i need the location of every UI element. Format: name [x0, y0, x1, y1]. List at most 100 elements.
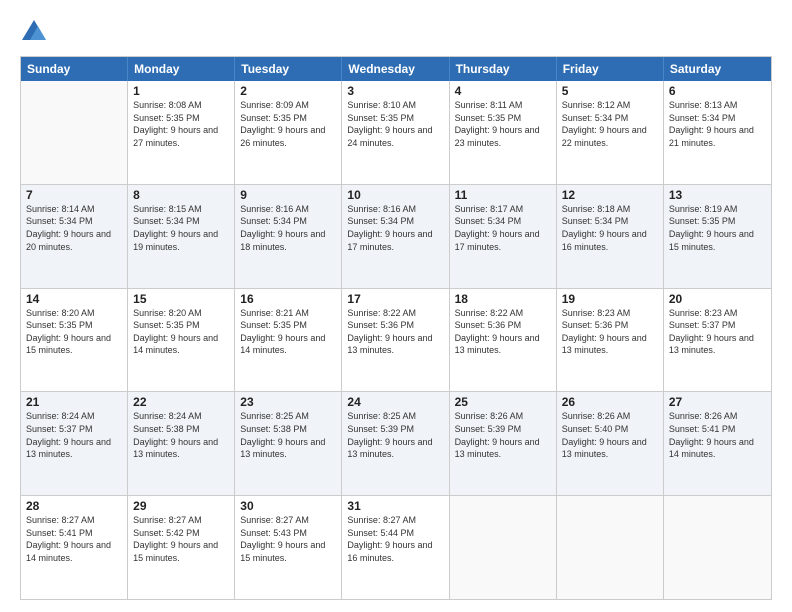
header-day-friday: Friday	[557, 57, 664, 81]
calendar-row-5: 28Sunrise: 8:27 AMSunset: 5:41 PMDayligh…	[21, 496, 771, 599]
calendar-cell-5-3: 30Sunrise: 8:27 AMSunset: 5:43 PMDayligh…	[235, 496, 342, 599]
cell-day-number: 10	[347, 188, 443, 202]
cell-day-number: 23	[240, 395, 336, 409]
calendar-cell-2-4: 10Sunrise: 8:16 AMSunset: 5:34 PMDayligh…	[342, 185, 449, 288]
cell-info: Sunrise: 8:25 AMSunset: 5:39 PMDaylight:…	[347, 410, 443, 460]
calendar-cell-1-2: 1Sunrise: 8:08 AMSunset: 5:35 PMDaylight…	[128, 81, 235, 184]
calendar-cell-4-1: 21Sunrise: 8:24 AMSunset: 5:37 PMDayligh…	[21, 392, 128, 495]
cell-day-number: 16	[240, 292, 336, 306]
calendar-row-2: 7Sunrise: 8:14 AMSunset: 5:34 PMDaylight…	[21, 185, 771, 289]
calendar-cell-5-7	[664, 496, 771, 599]
calendar-cell-5-5	[450, 496, 557, 599]
logo	[20, 18, 51, 46]
cell-info: Sunrise: 8:17 AMSunset: 5:34 PMDaylight:…	[455, 203, 551, 253]
cell-day-number: 4	[455, 84, 551, 98]
cell-day-number: 26	[562, 395, 658, 409]
cell-info: Sunrise: 8:27 AMSunset: 5:43 PMDaylight:…	[240, 514, 336, 564]
cell-day-number: 19	[562, 292, 658, 306]
cell-info: Sunrise: 8:26 AMSunset: 5:39 PMDaylight:…	[455, 410, 551, 460]
calendar-header: SundayMondayTuesdayWednesdayThursdayFrid…	[21, 57, 771, 81]
calendar-cell-1-3: 2Sunrise: 8:09 AMSunset: 5:35 PMDaylight…	[235, 81, 342, 184]
calendar-row-1: 1Sunrise: 8:08 AMSunset: 5:35 PMDaylight…	[21, 81, 771, 185]
cell-info: Sunrise: 8:23 AMSunset: 5:36 PMDaylight:…	[562, 307, 658, 357]
calendar-cell-4-3: 23Sunrise: 8:25 AMSunset: 5:38 PMDayligh…	[235, 392, 342, 495]
cell-day-number: 20	[669, 292, 766, 306]
cell-info: Sunrise: 8:18 AMSunset: 5:34 PMDaylight:…	[562, 203, 658, 253]
cell-day-number: 3	[347, 84, 443, 98]
calendar-cell-1-5: 4Sunrise: 8:11 AMSunset: 5:35 PMDaylight…	[450, 81, 557, 184]
cell-info: Sunrise: 8:21 AMSunset: 5:35 PMDaylight:…	[240, 307, 336, 357]
calendar-cell-4-7: 27Sunrise: 8:26 AMSunset: 5:41 PMDayligh…	[664, 392, 771, 495]
cell-info: Sunrise: 8:22 AMSunset: 5:36 PMDaylight:…	[455, 307, 551, 357]
cell-info: Sunrise: 8:27 AMSunset: 5:42 PMDaylight:…	[133, 514, 229, 564]
cell-info: Sunrise: 8:09 AMSunset: 5:35 PMDaylight:…	[240, 99, 336, 149]
cell-day-number: 17	[347, 292, 443, 306]
cell-info: Sunrise: 8:23 AMSunset: 5:37 PMDaylight:…	[669, 307, 766, 357]
cell-info: Sunrise: 8:19 AMSunset: 5:35 PMDaylight:…	[669, 203, 766, 253]
header-day-wednesday: Wednesday	[342, 57, 449, 81]
cell-info: Sunrise: 8:08 AMSunset: 5:35 PMDaylight:…	[133, 99, 229, 149]
page: SundayMondayTuesdayWednesdayThursdayFrid…	[0, 0, 792, 612]
cell-info: Sunrise: 8:15 AMSunset: 5:34 PMDaylight:…	[133, 203, 229, 253]
calendar-row-4: 21Sunrise: 8:24 AMSunset: 5:37 PMDayligh…	[21, 392, 771, 496]
cell-day-number: 25	[455, 395, 551, 409]
calendar-cell-5-4: 31Sunrise: 8:27 AMSunset: 5:44 PMDayligh…	[342, 496, 449, 599]
cell-day-number: 28	[26, 499, 122, 513]
cell-day-number: 12	[562, 188, 658, 202]
cell-day-number: 18	[455, 292, 551, 306]
cell-info: Sunrise: 8:13 AMSunset: 5:34 PMDaylight:…	[669, 99, 766, 149]
calendar-cell-2-3: 9Sunrise: 8:16 AMSunset: 5:34 PMDaylight…	[235, 185, 342, 288]
cell-day-number: 21	[26, 395, 122, 409]
cell-day-number: 31	[347, 499, 443, 513]
cell-info: Sunrise: 8:24 AMSunset: 5:37 PMDaylight:…	[26, 410, 122, 460]
cell-info: Sunrise: 8:16 AMSunset: 5:34 PMDaylight:…	[347, 203, 443, 253]
cell-info: Sunrise: 8:20 AMSunset: 5:35 PMDaylight:…	[26, 307, 122, 357]
calendar-body: 1Sunrise: 8:08 AMSunset: 5:35 PMDaylight…	[21, 81, 771, 599]
calendar-cell-4-4: 24Sunrise: 8:25 AMSunset: 5:39 PMDayligh…	[342, 392, 449, 495]
calendar-cell-1-6: 5Sunrise: 8:12 AMSunset: 5:34 PMDaylight…	[557, 81, 664, 184]
cell-day-number: 1	[133, 84, 229, 98]
cell-info: Sunrise: 8:14 AMSunset: 5:34 PMDaylight:…	[26, 203, 122, 253]
calendar-cell-3-6: 19Sunrise: 8:23 AMSunset: 5:36 PMDayligh…	[557, 289, 664, 392]
calendar-cell-4-5: 25Sunrise: 8:26 AMSunset: 5:39 PMDayligh…	[450, 392, 557, 495]
calendar-cell-2-7: 13Sunrise: 8:19 AMSunset: 5:35 PMDayligh…	[664, 185, 771, 288]
cell-day-number: 13	[669, 188, 766, 202]
cell-day-number: 24	[347, 395, 443, 409]
cell-day-number: 29	[133, 499, 229, 513]
cell-day-number: 7	[26, 188, 122, 202]
calendar-row-3: 14Sunrise: 8:20 AMSunset: 5:35 PMDayligh…	[21, 289, 771, 393]
cell-day-number: 6	[669, 84, 766, 98]
cell-day-number: 9	[240, 188, 336, 202]
calendar-cell-3-7: 20Sunrise: 8:23 AMSunset: 5:37 PMDayligh…	[664, 289, 771, 392]
calendar: SundayMondayTuesdayWednesdayThursdayFrid…	[20, 56, 772, 600]
cell-day-number: 11	[455, 188, 551, 202]
cell-day-number: 8	[133, 188, 229, 202]
cell-info: Sunrise: 8:24 AMSunset: 5:38 PMDaylight:…	[133, 410, 229, 460]
cell-info: Sunrise: 8:25 AMSunset: 5:38 PMDaylight:…	[240, 410, 336, 460]
header-day-saturday: Saturday	[664, 57, 771, 81]
calendar-cell-5-2: 29Sunrise: 8:27 AMSunset: 5:42 PMDayligh…	[128, 496, 235, 599]
header-day-thursday: Thursday	[450, 57, 557, 81]
cell-day-number: 14	[26, 292, 122, 306]
cell-day-number: 15	[133, 292, 229, 306]
calendar-cell-2-2: 8Sunrise: 8:15 AMSunset: 5:34 PMDaylight…	[128, 185, 235, 288]
cell-day-number: 27	[669, 395, 766, 409]
calendar-cell-2-6: 12Sunrise: 8:18 AMSunset: 5:34 PMDayligh…	[557, 185, 664, 288]
calendar-cell-3-1: 14Sunrise: 8:20 AMSunset: 5:35 PMDayligh…	[21, 289, 128, 392]
calendar-cell-2-5: 11Sunrise: 8:17 AMSunset: 5:34 PMDayligh…	[450, 185, 557, 288]
cell-info: Sunrise: 8:10 AMSunset: 5:35 PMDaylight:…	[347, 99, 443, 149]
cell-info: Sunrise: 8:12 AMSunset: 5:34 PMDaylight:…	[562, 99, 658, 149]
header	[20, 18, 772, 46]
calendar-cell-1-7: 6Sunrise: 8:13 AMSunset: 5:34 PMDaylight…	[664, 81, 771, 184]
calendar-cell-3-2: 15Sunrise: 8:20 AMSunset: 5:35 PMDayligh…	[128, 289, 235, 392]
calendar-cell-3-5: 18Sunrise: 8:22 AMSunset: 5:36 PMDayligh…	[450, 289, 557, 392]
calendar-cell-2-1: 7Sunrise: 8:14 AMSunset: 5:34 PMDaylight…	[21, 185, 128, 288]
cell-info: Sunrise: 8:11 AMSunset: 5:35 PMDaylight:…	[455, 99, 551, 149]
calendar-cell-3-3: 16Sunrise: 8:21 AMSunset: 5:35 PMDayligh…	[235, 289, 342, 392]
cell-day-number: 2	[240, 84, 336, 98]
calendar-cell-3-4: 17Sunrise: 8:22 AMSunset: 5:36 PMDayligh…	[342, 289, 449, 392]
cell-info: Sunrise: 8:22 AMSunset: 5:36 PMDaylight:…	[347, 307, 443, 357]
calendar-cell-5-1: 28Sunrise: 8:27 AMSunset: 5:41 PMDayligh…	[21, 496, 128, 599]
calendar-cell-1-4: 3Sunrise: 8:10 AMSunset: 5:35 PMDaylight…	[342, 81, 449, 184]
cell-day-number: 30	[240, 499, 336, 513]
